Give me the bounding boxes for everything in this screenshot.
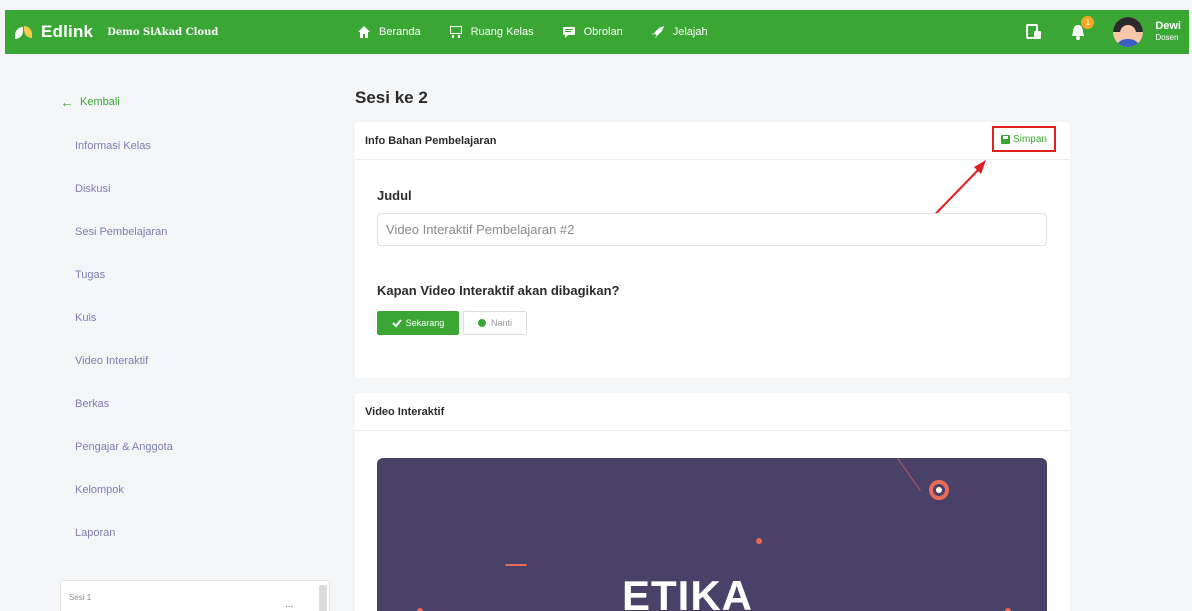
sidebar-item-video-interaktif[interactable]: Video Interaktif bbox=[75, 355, 173, 398]
nav-link-beranda[interactable]: Beranda bbox=[357, 25, 421, 39]
back-label: Kembali bbox=[80, 96, 120, 108]
nav-link-label: Ruang Kelas bbox=[470, 26, 534, 38]
decoration-dot bbox=[756, 538, 762, 544]
nav-link-obrolan[interactable]: Obrolan bbox=[562, 25, 623, 39]
sidebar-item-laporan[interactable]: Laporan bbox=[75, 527, 173, 570]
clock-icon bbox=[477, 319, 486, 327]
share-now-label: Sekarang bbox=[405, 318, 445, 328]
sidebar-item-kelompok[interactable]: Kelompok bbox=[75, 484, 173, 527]
nav-link-jelajah[interactable]: Jelajah bbox=[651, 25, 708, 39]
apps-icon[interactable] bbox=[1025, 23, 1043, 41]
nav-link-label: Beranda bbox=[379, 26, 421, 38]
user-role: Dosen bbox=[1155, 33, 1179, 42]
nav-link-label: Obrolan bbox=[583, 26, 623, 38]
video-preview[interactable]: ETIKA bbox=[377, 458, 1047, 611]
notification-badge: 1 bbox=[1081, 16, 1095, 29]
sidebar-item-sesi-pembelajaran[interactable]: Sesi Pembelajaran bbox=[75, 226, 173, 269]
user-name: Dewi bbox=[1155, 20, 1181, 32]
scrollbar[interactable] bbox=[319, 585, 327, 611]
save-button[interactable]: Simpan bbox=[992, 126, 1056, 152]
save-disk-icon bbox=[1001, 134, 1011, 144]
decoration-ring bbox=[929, 480, 949, 500]
brand[interactable]: Edlink Demo SiAkad Cloud bbox=[13, 21, 313, 43]
nav-link-label: Jelajah bbox=[672, 26, 708, 38]
share-later-button[interactable]: Nanti bbox=[463, 311, 527, 335]
share-later-label: Nanti bbox=[490, 318, 512, 328]
classroom-icon bbox=[449, 25, 463, 39]
home-icon bbox=[357, 25, 371, 39]
rocket-icon bbox=[651, 25, 665, 39]
session-label: Sesi 1 bbox=[69, 593, 92, 602]
sidebar-item-diskusi[interactable]: Diskusi bbox=[75, 183, 173, 226]
user-info[interactable]: Dewi Dosen bbox=[1155, 21, 1181, 43]
sidebar-item-berkas[interactable]: Berkas bbox=[75, 398, 173, 441]
session-list-item[interactable]: Sesi 1 ... bbox=[60, 580, 330, 611]
avatar[interactable] bbox=[1113, 17, 1144, 47]
title-input[interactable] bbox=[377, 213, 1047, 246]
nav-links: Beranda Ruang Kelas Obrolan Jelajah bbox=[357, 25, 736, 39]
video-card-header: Video Interaktif bbox=[355, 393, 1070, 431]
decoration-line bbox=[897, 458, 921, 492]
back-link[interactable]: ← Kembali bbox=[60, 94, 120, 110]
navbar: Edlink Demo SiAkad Cloud Beranda Ruang K… bbox=[0, 0, 1192, 74]
navbar-bar: Edlink Demo SiAkad Cloud Beranda Ruang K… bbox=[5, 10, 1189, 54]
page-title: Sesi ke 2 bbox=[355, 88, 428, 107]
decoration-squiggle bbox=[505, 564, 527, 568]
share-now-button[interactable]: Sekarang bbox=[377, 311, 459, 335]
bell-icon[interactable]: 1 bbox=[1069, 16, 1095, 41]
institution-name: Demo SiAkad Cloud bbox=[107, 26, 219, 38]
sidebar-item-tugas[interactable]: Tugas bbox=[75, 269, 173, 312]
edlink-logo-icon bbox=[13, 21, 35, 43]
chat-icon bbox=[562, 25, 576, 39]
share-question: Kapan Video Interaktif akan dibagikan? bbox=[377, 283, 620, 298]
nav-right: 1 Dewi Dosen bbox=[1025, 16, 1181, 47]
sidebar-item-kuis[interactable]: Kuis bbox=[75, 312, 173, 355]
sidebar-item-pengajar-anggota[interactable]: Pengajar & Anggota bbox=[75, 441, 173, 484]
nav-link-ruang-kelas[interactable]: Ruang Kelas bbox=[449, 25, 534, 39]
sidebar-menu: Informasi Kelas Diskusi Sesi Pembelajara… bbox=[75, 140, 173, 570]
video-preview-title: ETIKA bbox=[622, 572, 753, 611]
save-label: Simpan bbox=[1013, 133, 1047, 145]
sidebar-item-informasi-kelas[interactable]: Informasi Kelas bbox=[75, 140, 173, 183]
brand-name: Edlink bbox=[41, 22, 94, 41]
check-icon bbox=[392, 319, 402, 328]
title-field-label: Judul bbox=[377, 188, 412, 203]
arrow-left-icon: ← bbox=[60, 94, 74, 110]
more-icon[interactable]: ... bbox=[285, 599, 293, 610]
